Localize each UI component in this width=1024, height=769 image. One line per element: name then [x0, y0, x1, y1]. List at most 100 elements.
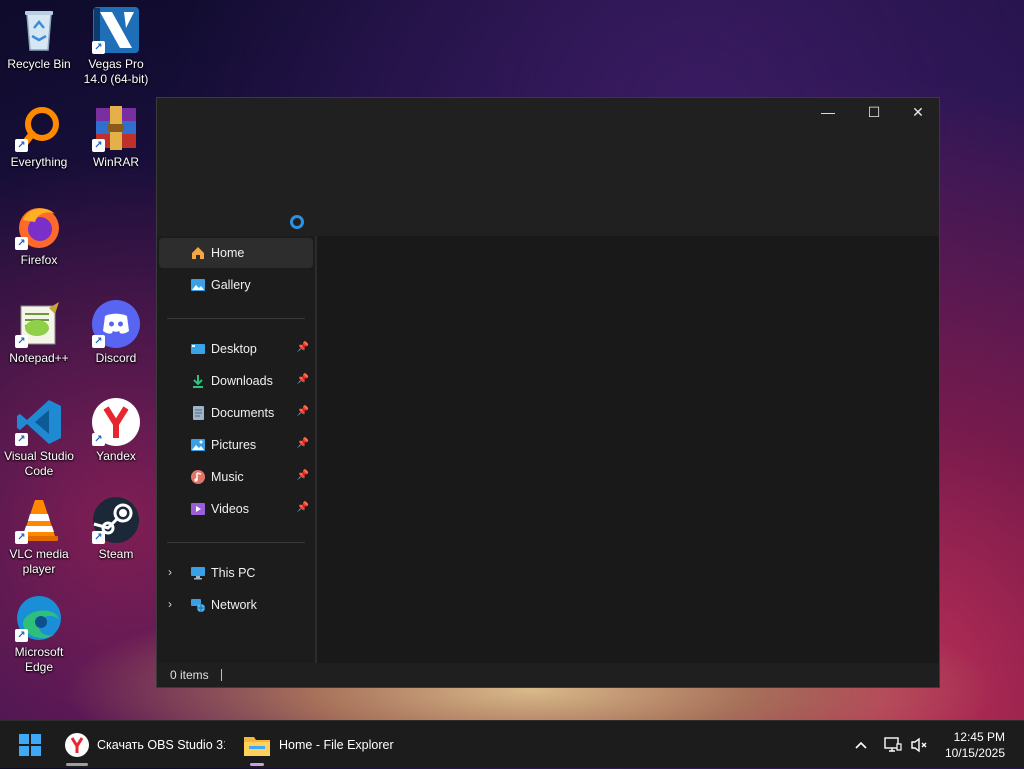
pin-icon[interactable]: 📌 — [297, 438, 309, 449]
nav-item-label: Documents — [211, 406, 275, 420]
desktop-icon-recycle-bin[interactable]: Recycle Bin — [1, 6, 77, 72]
desktop-icon-vlc[interactable]: ↗ VLC media player — [1, 496, 77, 577]
shortcut-arrow-icon: ↗ — [15, 139, 28, 152]
pin-icon[interactable]: 📌 — [297, 406, 309, 417]
desktop-icon-label: Discord — [95, 351, 137, 365]
desktop-icon-winrar[interactable]: ↗ WinRAR — [78, 104, 154, 170]
music-icon — [190, 469, 206, 485]
nav-item-videos[interactable]: Videos 📌 — [159, 494, 313, 524]
notepad-plus-plus-icon: ↗ — [15, 300, 63, 348]
speaker-muted-icon — [911, 737, 927, 753]
show-hidden-icons-button[interactable] — [850, 721, 872, 769]
nav-item-desktop[interactable]: Desktop 📌 — [159, 334, 313, 364]
start-button[interactable] — [18, 721, 48, 769]
status-bar: 0 items — [157, 663, 939, 687]
windows-logo-icon — [19, 734, 41, 756]
network-status-button[interactable] — [882, 721, 904, 769]
desktop-icon-label: WinRAR — [92, 155, 139, 169]
status-separator — [220, 669, 222, 681]
taskbar-app-label: Home - File Explorer — [279, 738, 394, 752]
desktop-icon-everything[interactable]: ↗ Everything — [1, 104, 77, 170]
desktop-icon-edge[interactable]: ↗ Microsoft Edge — [1, 594, 77, 675]
video-icon — [190, 501, 206, 517]
nav-item-documents[interactable]: Documents 📌 — [159, 398, 313, 428]
nav-item-music[interactable]: Music 📌 — [159, 462, 313, 492]
shortcut-arrow-icon: ↗ — [15, 433, 28, 446]
nav-item-label: Pictures — [211, 438, 257, 452]
loading-spinner-icon — [290, 215, 304, 229]
desktop-icon-steam[interactable]: ↗ Steam — [78, 496, 154, 562]
desktop-icon-label: Everything — [10, 155, 68, 169]
nav-item-downloads[interactable]: Downloads 📌 — [159, 366, 313, 396]
nav-item-label: Desktop — [211, 342, 257, 356]
pin-icon[interactable]: 📌 — [297, 342, 309, 353]
nav-item-label: Music — [211, 470, 244, 484]
vegas-pro-icon: ↗ — [92, 6, 140, 54]
maximize-button[interactable]: ☐ — [851, 98, 897, 126]
pin-icon[interactable]: 📌 — [297, 470, 309, 481]
nav-item-gallery[interactable]: Gallery — [159, 270, 313, 300]
shortcut-arrow-icon: ↗ — [15, 237, 28, 250]
desktop-icon-vscode[interactable]: ↗ Visual Studio Code — [1, 398, 77, 479]
nav-divider — [167, 318, 305, 319]
shortcut-arrow-icon: ↗ — [92, 41, 105, 54]
nav-item-pictures[interactable]: Pictures 📌 — [159, 430, 313, 460]
desktop-icon-label: Recycle Bin — [7, 57, 71, 71]
clock-date: 10/15/2025 — [944, 746, 1005, 760]
nav-item-label: This PC — [211, 566, 256, 580]
nav-item-label: Gallery — [211, 278, 251, 292]
shortcut-arrow-icon: ↗ — [92, 335, 105, 348]
desktop-icon-label: Firefox — [20, 253, 58, 267]
nav-item-home[interactable]: Home — [159, 238, 313, 268]
computer-icon — [190, 565, 206, 581]
desktop-icon-firefox[interactable]: ↗ Firefox — [1, 202, 77, 268]
nav-item-network[interactable]: › Network — [159, 590, 313, 620]
microsoft-edge-icon: ↗ — [15, 594, 63, 642]
navigation-pane[interactable]: Home Gallery Desktop 📌 Downloads 📌 Docum… — [157, 236, 317, 663]
minimize-button[interactable]: — — [805, 98, 851, 126]
taskbar-app-file-explorer[interactable]: Home - File Explorer — [240, 721, 400, 769]
gallery-icon — [190, 277, 206, 293]
nav-item-label: Downloads — [211, 374, 273, 388]
yandex-icon: ↗ — [92, 398, 140, 446]
desktop-icon-discord[interactable]: ↗ Discord — [78, 300, 154, 366]
file-explorer-window[interactable]: — ☐ ✕ Home Gallery Desktop 📌 Downloads 📌… — [156, 97, 940, 688]
nav-item-label: Home — [211, 246, 245, 260]
file-explorer-icon — [243, 732, 271, 758]
close-button[interactable]: ✕ — [895, 98, 941, 126]
chevron-right-icon[interactable]: › — [168, 565, 172, 579]
shortcut-arrow-icon: ↗ — [15, 531, 28, 544]
running-indicator — [66, 763, 88, 766]
nav-item-this-pc[interactable]: › This PC — [159, 558, 313, 588]
title-bar[interactable]: — ☐ ✕ — [157, 98, 939, 236]
taskbar[interactable]: Скачать OBS Studio 31.1 Home - File Expl… — [0, 720, 1024, 768]
shortcut-arrow-icon: ↗ — [15, 629, 28, 642]
item-count: 0 items — [170, 668, 209, 682]
desktop-icon-yandex[interactable]: ↗ Yandex — [78, 398, 154, 464]
home-icon — [190, 245, 206, 261]
clock[interactable]: 12:45 PM 10/15/2025 — [945, 729, 1005, 761]
desktop-icon-label: Microsoft Edge — [14, 645, 64, 674]
network-icon — [190, 597, 206, 613]
pin-icon[interactable]: 📌 — [297, 502, 309, 513]
pin-icon[interactable]: 📌 — [297, 374, 309, 385]
monitor-network-icon — [884, 737, 902, 752]
taskbar-app-yandex-browser[interactable]: Скачать OBS Studio 31.1 — [60, 721, 228, 769]
content-pane[interactable] — [317, 236, 939, 663]
desktop-icon-label: Yandex — [96, 449, 136, 463]
winrar-icon: ↗ — [92, 104, 140, 152]
volume-button[interactable] — [908, 721, 930, 769]
taskbar-app-label: Скачать OBS Studio 31.1 — [97, 738, 225, 752]
desktop-icon-label: Vegas Pro 14.0 (64-bit) — [83, 57, 149, 86]
chevron-right-icon[interactable]: › — [168, 597, 172, 611]
shortcut-arrow-icon: ↗ — [92, 531, 105, 544]
everything-icon: ↗ — [15, 104, 63, 152]
yandex-browser-icon — [64, 732, 90, 758]
document-icon — [190, 405, 206, 421]
steam-icon: ↗ — [92, 496, 140, 544]
desktop-icon-notepadpp[interactable]: ↗ Notepad++ — [1, 300, 77, 366]
discord-icon: ↗ — [92, 300, 140, 348]
shortcut-arrow-icon: ↗ — [15, 335, 28, 348]
desktop-icon-vegas-pro[interactable]: ↗ Vegas Pro 14.0 (64-bit) — [78, 6, 154, 87]
download-icon — [190, 373, 206, 389]
